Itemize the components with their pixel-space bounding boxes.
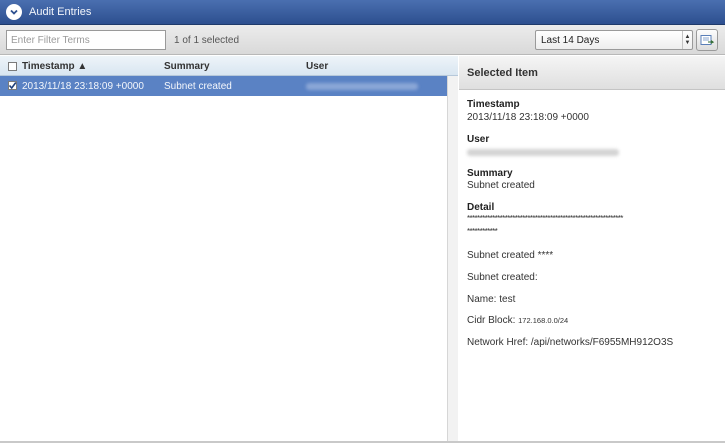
collapse-chevron-icon[interactable] — [6, 4, 22, 20]
detail-stars-line2: ************ — [467, 227, 498, 236]
column-header-summary[interactable]: Summary — [164, 61, 210, 72]
user-label: User — [467, 134, 490, 145]
detail-stars-line1: ****************************************… — [467, 214, 623, 223]
selected-item-pane: Selected Item Timestamp 2013/11/18 23:18… — [459, 56, 725, 441]
column-header-user[interactable]: User — [306, 61, 328, 72]
audit-table: Timestamp ▲ Summary User 2013/11/18 23:1… — [0, 56, 458, 441]
row-summary: Subnet created — [164, 81, 232, 92]
timestamp-label: Timestamp — [467, 99, 520, 110]
date-range-select[interactable]: Last 14 Days ▲ ▼ — [535, 30, 693, 50]
detail-header: Selected Item — [459, 56, 725, 90]
summary-value: Subnet created — [467, 180, 535, 191]
toolbar: 1 of 1 selected Last 14 Days ▲▼ — [0, 25, 725, 55]
user-value-redacted — [467, 149, 619, 156]
table-header: Timestamp ▲ Summary User — [0, 56, 458, 76]
filter-input[interactable] — [6, 30, 166, 50]
cidr-label: Cidr Block: — [467, 315, 519, 326]
row-user-redacted — [306, 83, 418, 90]
detail-line-4: Cidr Block: 172.168.0.0/24 — [467, 315, 568, 326]
detail-line-1: Subnet created **** — [467, 250, 554, 261]
cidr-value: 172.168.0.0/24 — [518, 316, 569, 325]
selected-count: 1 of 1 selected — [174, 35, 240, 46]
detail-title: Selected Item — [467, 67, 538, 79]
select-all-checkbox[interactable] — [8, 62, 17, 71]
table-row[interactable]: 2013/11/18 23:18:09 +0000 Subnet created — [0, 76, 447, 96]
column-header-timestamp[interactable]: Timestamp ▲ — [22, 61, 87, 72]
timestamp-value: 2013/11/18 23:18:09 +0000 — [467, 112, 589, 123]
export-icon — [700, 35, 714, 45]
table-scrollbar[interactable] — [447, 76, 458, 441]
checkmark-icon — [8, 82, 17, 90]
table-body: 2013/11/18 23:18:09 +0000 Subnet created — [0, 76, 447, 441]
row-timestamp: 2013/11/18 23:18:09 +0000 — [22, 81, 144, 92]
date-range-value: Last 14 Days — [541, 34, 600, 46]
detail-line-3: Name: test — [467, 294, 516, 305]
summary-label: Summary — [467, 168, 513, 179]
select-arrows-icon: ▲ ▼ — [682, 31, 692, 49]
row-checkbox[interactable] — [8, 81, 17, 90]
title-bar: Audit Entries — [0, 0, 725, 25]
detail-line-2: Subnet created: — [467, 272, 538, 283]
export-button[interactable] — [696, 29, 718, 51]
detail-line-5: Network Href: /api/networks/F6955MH912O3… — [467, 337, 674, 348]
detail-label: Detail — [467, 202, 495, 213]
window-title: Audit Entries — [29, 6, 92, 18]
